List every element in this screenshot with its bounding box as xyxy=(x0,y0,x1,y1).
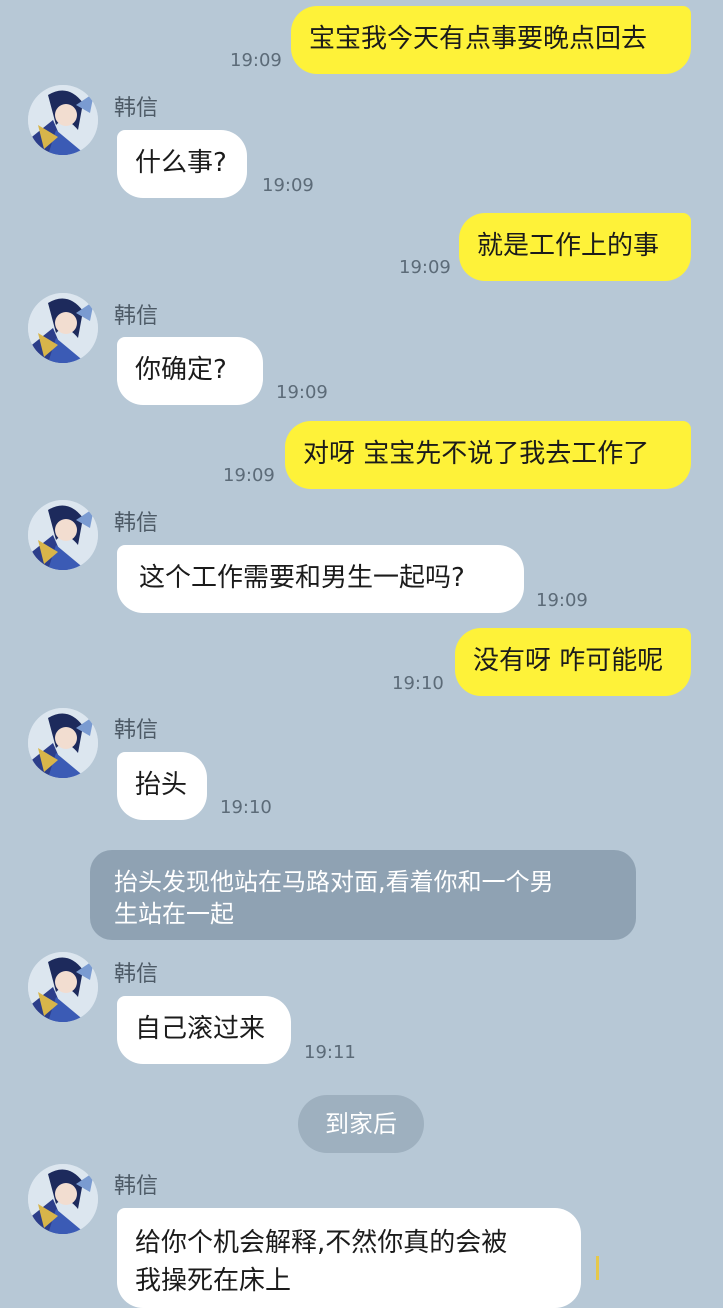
contact-avatar[interactable] xyxy=(28,1164,98,1234)
message-bubble-outgoing[interactable]: 就是工作上的事 xyxy=(459,213,691,281)
avatar-icon xyxy=(28,1164,98,1234)
message-bubble-incoming[interactable]: 自己滚过来 xyxy=(117,996,291,1064)
message-time: 19:09 xyxy=(276,382,328,403)
avatar-icon xyxy=(28,708,98,778)
contact-avatar[interactable] xyxy=(28,952,98,1022)
contact-name: 韩信 xyxy=(114,304,159,329)
message-time: 19:09 xyxy=(223,465,275,486)
message-time: 19:09 xyxy=(230,50,282,71)
scene-divider-label: 到家后 xyxy=(298,1095,424,1153)
message-bubble-outgoing[interactable]: 宝宝我今天有点事要晚点回去 xyxy=(291,6,691,74)
message-line: 给你个机会解释,不然你真的会被 xyxy=(135,1228,508,1258)
message-bubble-outgoing[interactable]: 对呀 宝宝先不说了我去工作了 xyxy=(285,421,691,489)
typing-caret xyxy=(596,1256,599,1280)
message-time: 19:10 xyxy=(220,797,272,818)
message-bubble-outgoing[interactable]: 没有呀 咋可能呢 xyxy=(455,628,691,696)
message-bubble-incoming[interactable]: 这个工作需要和男生一起吗? xyxy=(117,545,524,613)
contact-avatar[interactable] xyxy=(28,293,98,363)
message-line: 我操死在床上 xyxy=(135,1266,292,1296)
contact-name: 韩信 xyxy=(114,96,159,121)
contact-name: 韩信 xyxy=(114,962,159,987)
message-time: 19:09 xyxy=(536,590,588,611)
contact-avatar[interactable] xyxy=(28,500,98,570)
contact-avatar[interactable] xyxy=(28,708,98,778)
avatar-icon xyxy=(28,85,98,155)
contact-avatar[interactable] xyxy=(28,85,98,155)
message-time: 19:09 xyxy=(262,175,314,196)
avatar-icon xyxy=(28,293,98,363)
message-bubble-incoming[interactable]: 给你个机会解释,不然你真的会被 我操死在床上 xyxy=(117,1208,581,1308)
message-bubble-incoming[interactable]: 抬头 xyxy=(117,752,207,820)
message-bubble-incoming[interactable]: 你确定? xyxy=(117,337,263,405)
message-bubble-incoming[interactable]: 什么事? xyxy=(117,130,247,198)
message-time: 19:09 xyxy=(399,257,451,278)
contact-name: 韩信 xyxy=(114,718,159,743)
message-time: 19:11 xyxy=(304,1042,356,1063)
narration-card: 抬头发现他站在马路对面,看着你和一个男 生站在一起 xyxy=(90,850,636,940)
avatar-icon xyxy=(28,500,98,570)
contact-name: 韩信 xyxy=(114,1174,159,1199)
narration-line: 生站在一起 xyxy=(114,900,234,928)
avatar-icon xyxy=(28,952,98,1022)
narration-line: 抬头发现他站在马路对面,看着你和一个男 xyxy=(114,868,554,896)
message-time: 19:10 xyxy=(392,673,444,694)
contact-name: 韩信 xyxy=(114,511,159,536)
